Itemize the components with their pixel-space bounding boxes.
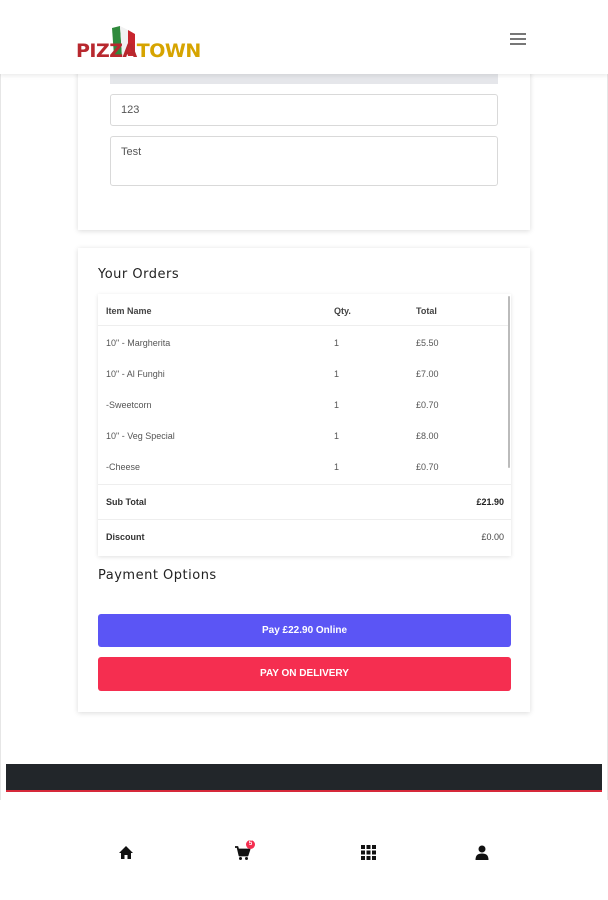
item-total: £7.00 bbox=[416, 369, 439, 379]
item-qty: 1 bbox=[334, 400, 340, 410]
table-row: 10" - Veg Special 1 £8.00 bbox=[98, 419, 508, 450]
table-row: 10" - Margherita 1 £5.50 bbox=[98, 326, 508, 357]
payment-options-title: Payment Options bbox=[98, 568, 217, 583]
item-name: 10" - Al Funghi bbox=[106, 369, 165, 379]
orders-table: Item Name Qty. Total 10" - Margherita 1 … bbox=[98, 294, 511, 556]
discount-label: Discount bbox=[106, 532, 145, 542]
hamburger-icon[interactable] bbox=[510, 33, 526, 46]
grid-icon[interactable] bbox=[361, 845, 379, 863]
table-row: -Sweetcorn 1 £0.70 bbox=[98, 388, 508, 419]
home-icon[interactable] bbox=[118, 845, 136, 863]
subtotal-row: Sub Total £21.90 bbox=[98, 484, 511, 519]
user-icon[interactable] bbox=[475, 845, 493, 863]
logo-text-town: TOWN bbox=[136, 40, 201, 62]
notes-textarea[interactable]: Test bbox=[110, 136, 498, 186]
order-items-list[interactable]: 10" - Margherita 1 £5.50 10" - Al Funghi… bbox=[98, 326, 508, 484]
top-header: PIZZA TOWN bbox=[0, 0, 608, 74]
item-total: £8.00 bbox=[416, 431, 439, 441]
item-name: -Sweetcorn bbox=[106, 400, 152, 410]
postcode-input[interactable]: 123 bbox=[110, 94, 498, 126]
cart-icon[interactable]: 5 bbox=[234, 840, 255, 863]
table-row: -Cheese 1 £0.70 bbox=[98, 450, 508, 481]
discount-value: £0.00 bbox=[481, 532, 504, 542]
subtotal-label: Sub Total bbox=[106, 497, 147, 507]
orders-card: Your Orders Item Name Qty. Total 10" - M… bbox=[78, 248, 530, 712]
pay-on-delivery-button[interactable]: PAY ON DELIVERY bbox=[98, 657, 511, 691]
item-qty: 1 bbox=[334, 369, 340, 379]
item-total: £0.70 bbox=[416, 400, 439, 410]
item-name: -Cheese bbox=[106, 462, 141, 472]
logo-wordmark: PIZZA TOWN bbox=[76, 40, 201, 62]
table-row: 10" - Al Funghi 1 £7.00 bbox=[98, 357, 508, 388]
column-header-total: Total bbox=[416, 306, 437, 316]
column-header-item-name: Item Name bbox=[106, 306, 152, 316]
pizza-town-logo[interactable]: PIZZA TOWN bbox=[76, 24, 201, 68]
orders-title: Your Orders bbox=[98, 267, 180, 282]
cart-count-badge: 5 bbox=[246, 840, 255, 849]
bottom-navigation: 5 bbox=[0, 800, 608, 900]
pay-online-button[interactable]: Pay £22.90 Online bbox=[98, 614, 511, 647]
logo-text-pizza: PIZZA bbox=[76, 40, 137, 62]
subtotal-value: £21.90 bbox=[476, 497, 504, 507]
item-qty: 1 bbox=[334, 338, 340, 348]
discount-row: Discount £0.00 bbox=[98, 519, 511, 554]
table-scrollbar[interactable] bbox=[508, 296, 510, 468]
item-total: £0.70 bbox=[416, 462, 439, 472]
item-qty: 1 bbox=[334, 431, 340, 441]
column-header-qty: Qty. bbox=[334, 306, 351, 316]
item-total: £5.50 bbox=[416, 338, 439, 348]
item-name: 10" - Veg Special bbox=[106, 431, 175, 441]
table-header: Item Name Qty. Total bbox=[98, 294, 508, 326]
footer-bar bbox=[6, 764, 602, 792]
item-qty: 1 bbox=[334, 462, 340, 472]
item-name: 10" - Margherita bbox=[106, 338, 171, 348]
